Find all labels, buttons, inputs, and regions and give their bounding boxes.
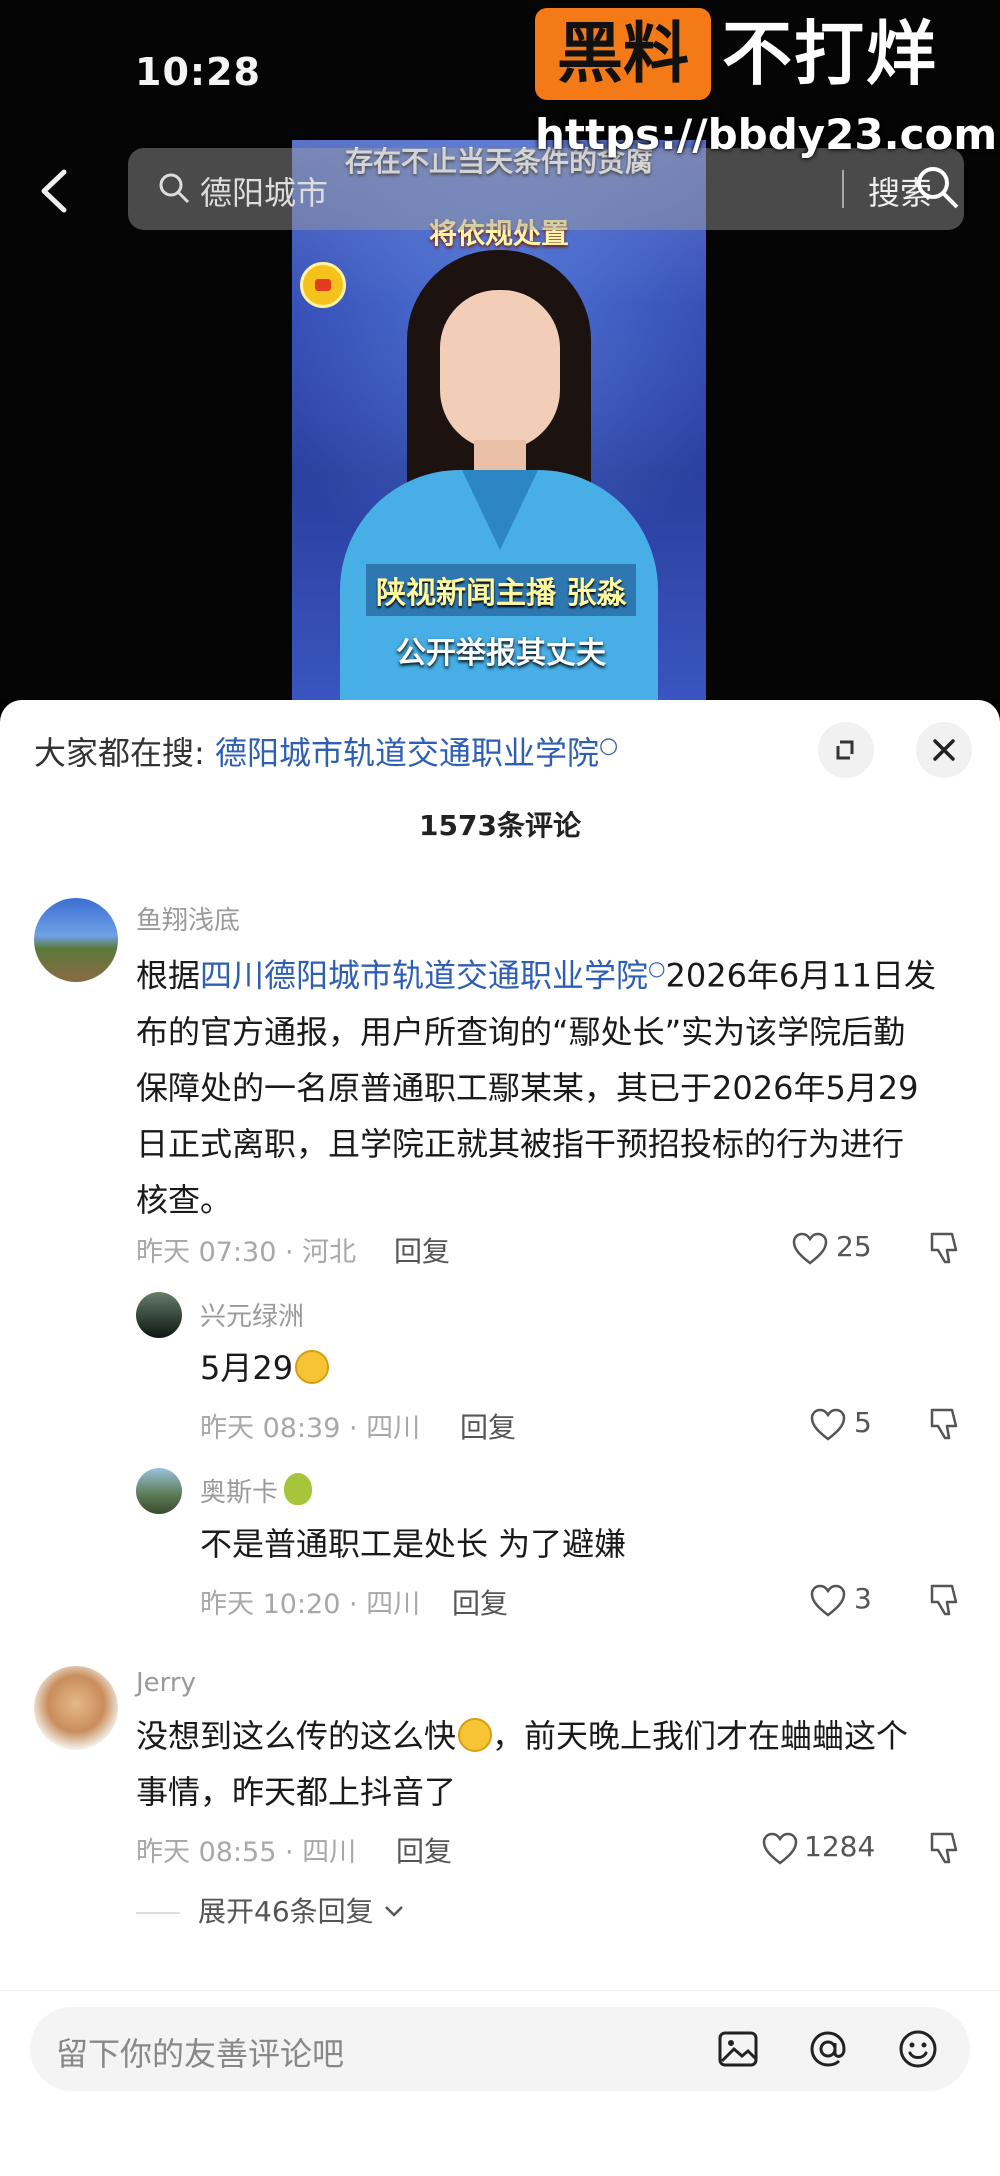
heart-icon[interactable] (792, 1232, 828, 1266)
trending-prefix: 大家都在搜: (34, 734, 205, 772)
comment-input[interactable]: 留下你的友善评论吧 (30, 2007, 970, 2091)
grin-emoji-icon (295, 1350, 330, 1384)
dislike-icon[interactable] (926, 1406, 962, 1442)
watermark-text: 不打烊 (722, 13, 938, 95)
anchor-face (440, 290, 560, 450)
chevron-down-icon (384, 1906, 403, 1917)
comment-link[interactable]: 四川德阳城市轨道交通职业学院 (200, 957, 648, 995)
comment-count: 1573条评论 (419, 809, 581, 842)
comment-meta: 昨天 08:55 · 四川 (136, 1837, 357, 1868)
avatar[interactable] (34, 1666, 118, 1750)
expand-icon (836, 740, 854, 760)
search-small-icon: ○ (598, 733, 619, 759)
watermark-url: https://bbdy23.com (535, 110, 998, 159)
channel-logo-icon (300, 262, 346, 308)
status-time: 10:28 (135, 50, 261, 94)
like-count: 25 (836, 1230, 872, 1263)
chevron-left-icon (41, 169, 67, 213)
comment-line: 保障处的一名原普通职工鄢某某，其已于2026年5月29 (136, 1068, 919, 1107)
like-count: 3 (854, 1582, 872, 1615)
search-button-icon (917, 167, 959, 209)
reply-text: 5月29 (200, 1340, 330, 1396)
heart-icon[interactable] (810, 1584, 846, 1618)
pear-emoji-icon (284, 1473, 313, 1505)
reply-button[interactable]: 回复 (396, 1830, 452, 1870)
comment-line: 日正式离职，且学院正就其被指干预招投标的行为进行 (136, 1124, 905, 1163)
expand-replies-button[interactable]: 展开46条回复 (198, 1890, 405, 1930)
dislike-icon[interactable] (926, 1582, 962, 1618)
comment-line: 布的官方通报，用户所查询的“鄢处长”实为该学院后勤 (136, 1012, 906, 1051)
like-count: 5 (854, 1406, 872, 1439)
mention-icon[interactable] (804, 2025, 852, 2073)
close-button[interactable] (916, 722, 972, 778)
search-divider (842, 170, 844, 208)
back-button[interactable] (32, 158, 76, 224)
avatar[interactable] (34, 898, 118, 982)
reply-button[interactable]: 回复 (452, 1582, 508, 1622)
peek-emoji-icon (458, 1718, 493, 1752)
dislike-icon[interactable] (926, 1830, 962, 1866)
reply-username[interactable]: 兴元绿洲 (200, 1296, 304, 1333)
comment-username[interactable]: 鱼翔浅底 (136, 900, 240, 937)
avatar[interactable] (136, 1468, 182, 1514)
dislike-icon[interactable] (926, 1230, 962, 1266)
video-name-tag: 陕视新闻主播 张淼 (366, 564, 637, 616)
reply-meta: 昨天 08:39 · 四川 (200, 1413, 421, 1444)
reply-meta: 昨天 10:20 · 四川 (200, 1589, 421, 1620)
comment-line: 没想到这么传的这么快 ，前天晚上我们才在蛐蛐这个 (136, 1717, 909, 1755)
search-icon (159, 173, 190, 204)
expand-button[interactable] (818, 722, 874, 778)
heart-icon[interactable] (810, 1408, 846, 1442)
video-sub-tag: 公开举报其丈夫 (396, 636, 606, 671)
comment-text: 根据四川德阳城市轨道交通职业学院○2026年6月11日发 布的官方通报，用户所查… (136, 940, 976, 1228)
avatar[interactable] (136, 1292, 182, 1338)
search-bar[interactable]: 德阳城市 搜索 (128, 148, 964, 230)
comment-username[interactable]: Jerry (136, 1668, 196, 1698)
emoji-icon[interactable] (894, 2025, 942, 2073)
close-icon (933, 739, 955, 761)
comment-line: 核查。 (136, 1180, 233, 1219)
comment-line: 事情，昨天都上抖音了 (136, 1773, 457, 1811)
comment-meta: 昨天 07:30 · 河北 (136, 1237, 357, 1268)
reply-button[interactable]: 回复 (460, 1406, 516, 1446)
like-count: 1284 (804, 1830, 876, 1863)
video-area[interactable]: 存在不止当天条件的贪腐 将依规处置 陕视新闻主播 张淼 公开举报其丈夫 德阳城市… (0, 0, 1000, 700)
reply-text: 不是普通职工是处长 为了避嫌 (200, 1525, 627, 1563)
watermark-badge: 黑料 (535, 8, 711, 100)
heart-icon[interactable] (762, 1832, 798, 1866)
image-icon[interactable] (714, 2025, 762, 2073)
reply-button[interactable]: 回复 (394, 1230, 450, 1270)
reply-username[interactable]: 奥斯卡 (200, 1472, 313, 1509)
comment-sheet: 大家都在搜: 德阳城市轨道交通职业学院○ 1573条评论 鱼翔浅底 根据四川德阳… (0, 700, 1000, 2176)
expand-divider (136, 1912, 180, 1914)
search-input[interactable]: 德阳城市 (200, 168, 328, 214)
comment-line: 根据四川德阳城市轨道交通职业学院○2026年6月11日发 (136, 956, 937, 995)
comment-input-area: 留下你的友善评论吧 (0, 1990, 1000, 2176)
comment-text: 没想到这么传的这么快 ，前天晚上我们才在蛐蛐这个 事情，昨天都上抖音了 (136, 1708, 976, 1820)
comment-input-placeholder: 留下你的友善评论吧 (56, 2035, 345, 2073)
trending-link[interactable]: 德阳城市轨道交通职业学院 (215, 734, 599, 772)
trending-search: 大家都在搜: 德阳城市轨道交通职业学院○ (34, 728, 618, 774)
